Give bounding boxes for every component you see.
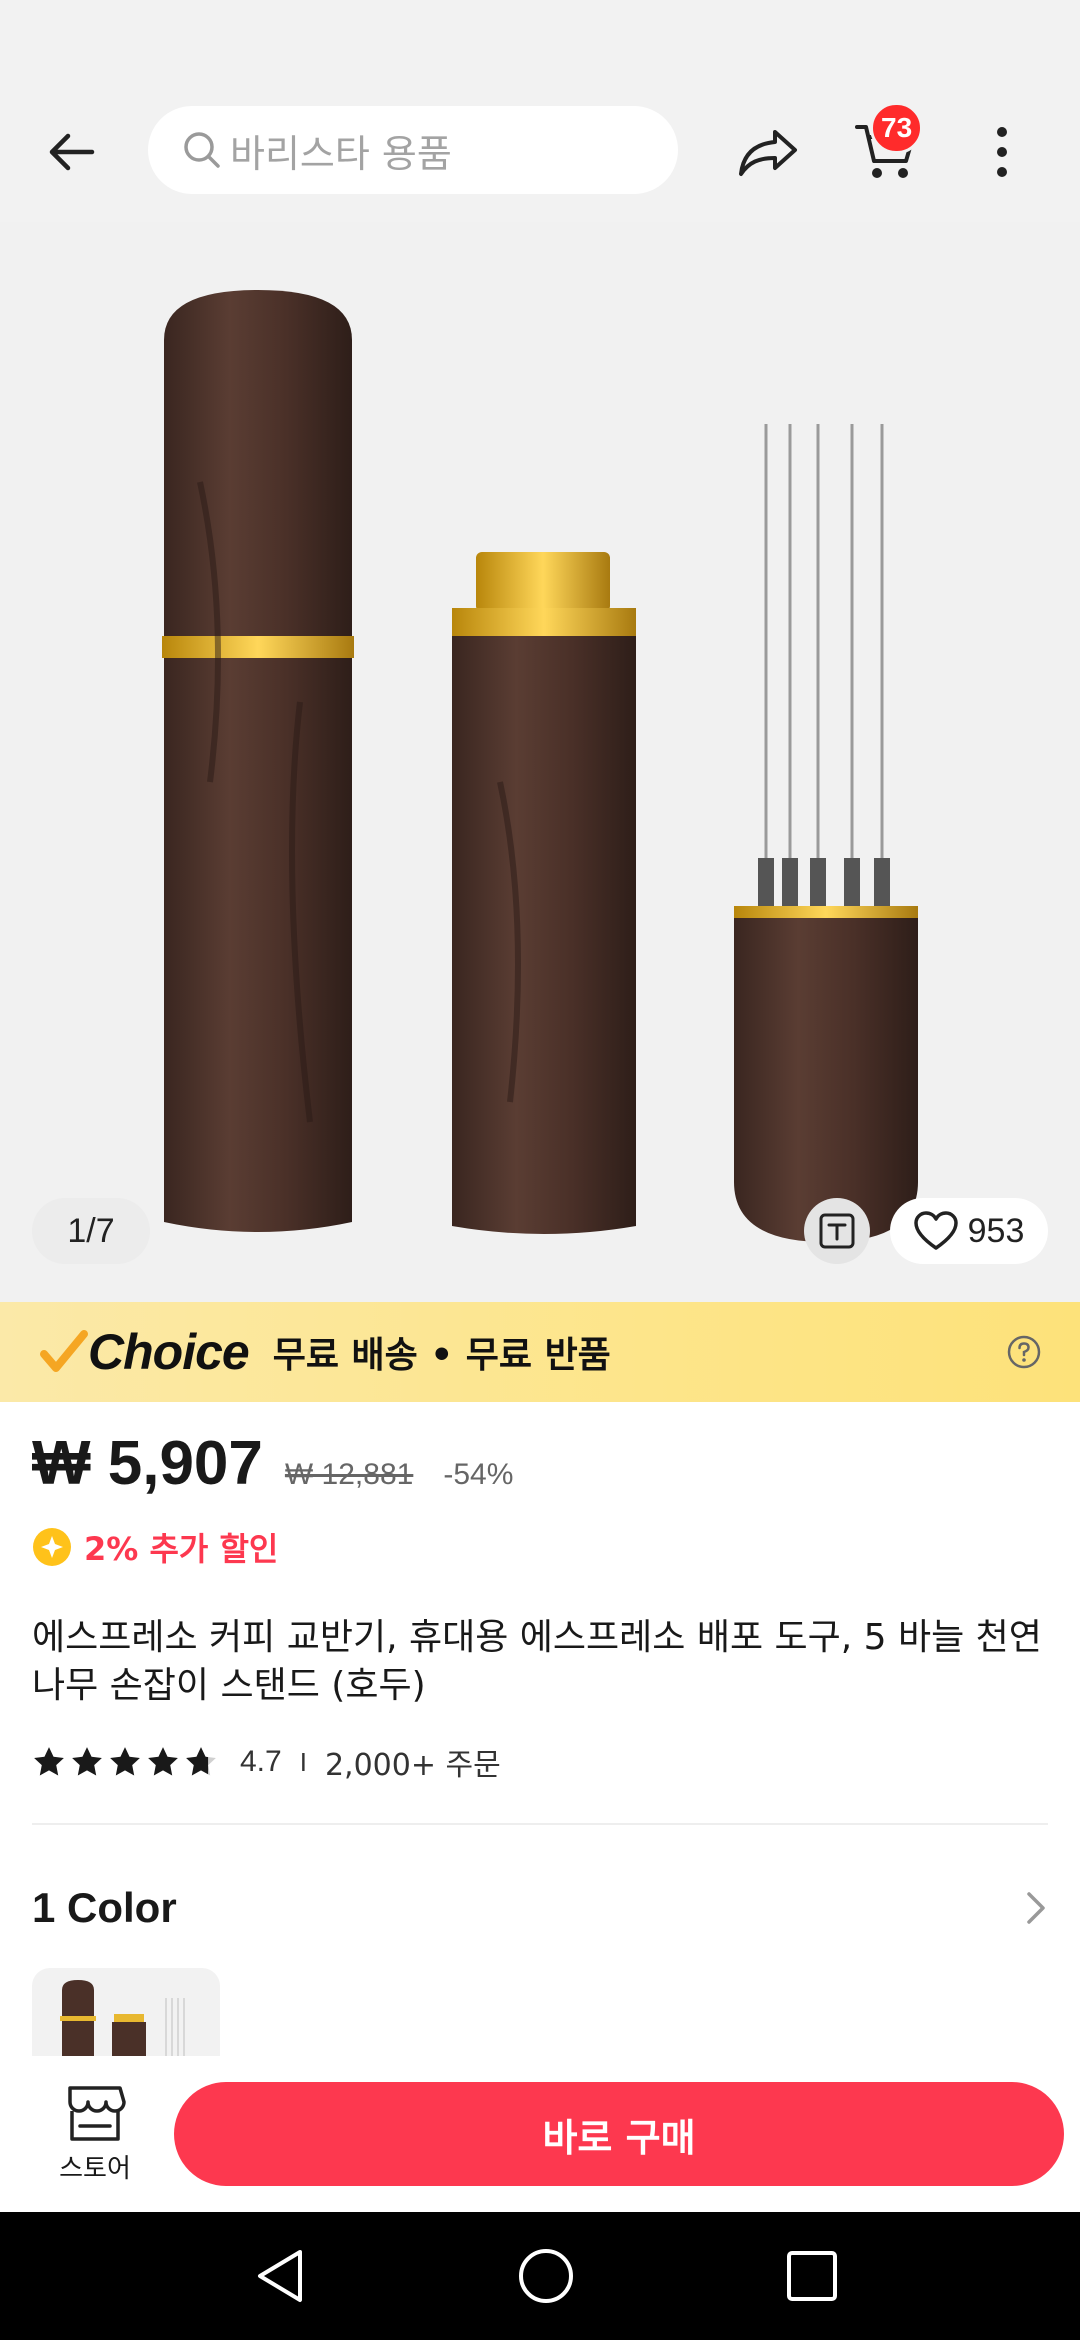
system-nav-bar [0,2212,1080,2340]
search-placeholder: 바리스타 용품 [230,131,452,176]
chevron-right-icon [1027,1892,1045,1924]
star-icon [148,1747,178,1776]
back-button[interactable] [36,116,108,188]
nav-back-button[interactable] [248,2244,312,2308]
color-option-thumbnail[interactable] [32,1968,220,2058]
choice-logo: Choice [40,1323,250,1381]
store-button[interactable]: 스토어 [40,2084,150,2194]
wishlist-button[interactable]: 953 [890,1198,1048,1264]
translate-button[interactable] [804,1198,870,1264]
more-button[interactable] [972,114,1032,190]
original-price: ₩ 12,881 [284,1458,414,1491]
nav-recents-button[interactable] [780,2244,844,2308]
thumbnail-image [60,1980,185,2058]
store-icon [68,2086,126,2141]
divider [32,1823,1048,1825]
square-recents-icon [787,2251,837,2301]
choice-banner[interactable]: Choice 무료 배송 • 무료 반품 [0,1302,1080,1402]
more-vertical-icon [997,127,1007,177]
choice-logo-text: Choice [88,1324,250,1380]
triangle-back-icon [258,2250,302,2302]
share-icon [739,130,797,176]
price-row: ₩ 5,907 ₩ 12,881 -54% [32,1428,513,1499]
extra-discount-text: 2% 추가 할인 [84,1530,279,1568]
back-arrow-icon [49,133,95,171]
search-icon [184,132,220,168]
help-icon[interactable] [1006,1334,1042,1370]
heart-icon [913,1211,958,1250]
rating-separator: I [299,1746,307,1777]
choice-benefits: 무료 배송 • 무료 반품 [272,1335,611,1376]
current-price: ₩ 5,907 [32,1429,263,1498]
product-image-gallery[interactable]: 1/7 953 [0,222,1080,1302]
nav-home-button[interactable] [514,2244,578,2308]
wishlist-count: 953 [967,1211,1025,1250]
status-bar [0,0,1080,80]
star-icon [34,1747,64,1776]
search-input[interactable]: 바리스타 용품 [148,106,678,194]
circle-home-icon [519,2249,573,2303]
star-icon [110,1747,140,1776]
discount-percent: -54% [443,1458,514,1491]
buy-now-button[interactable]: 바로 구매 [174,2082,1064,2186]
image-page-indicator: 1/7 [32,1198,150,1264]
coin-icon [33,1528,71,1566]
product-title: 에스프레소 커피 교반기, 휴대용 에스프레소 배포 도구, 5 바늘 천연 나… [32,1617,1042,1706]
rating-value: 4.7 [240,1745,282,1778]
star-icon [72,1747,102,1776]
extra-discount[interactable]: 2% 추가 할인 [32,1524,278,1570]
order-count: 2,000+ 주문 [324,1748,501,1783]
rating-stars [32,1745,218,1779]
translate-icon [819,1213,855,1249]
star-partial-icon [186,1747,216,1776]
color-label: 1 Color [32,1884,177,1931]
store-label: 스토어 [59,2154,131,2184]
color-selector[interactable]: 1 Color [32,1876,1048,1940]
bottom-action-bar: 스토어 바로 구매 [0,2056,1080,2212]
share-button[interactable] [730,114,806,190]
top-bar: 바리스타 용품 73 [0,80,1080,222]
checkmark-icon [40,1330,88,1372]
cart-count-badge: 73 [870,102,924,154]
rating-row[interactable]: 4.7 I 2,000+ 주문 [32,1738,501,1786]
product-image [162,290,918,1242]
